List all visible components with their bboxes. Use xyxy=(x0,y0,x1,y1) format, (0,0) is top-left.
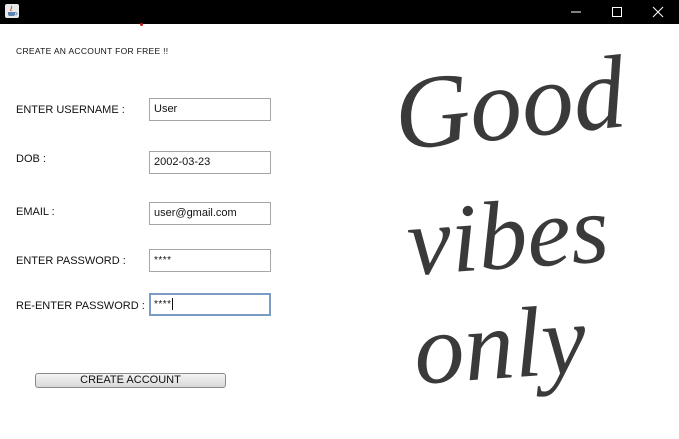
artwork-text-vibes: vibes xyxy=(404,175,612,297)
close-icon xyxy=(652,6,664,18)
dob-input[interactable]: 2002-03-23 xyxy=(149,151,271,174)
text-caret xyxy=(171,298,173,311)
close-button[interactable] xyxy=(635,0,679,24)
reenter-password-input[interactable]: **** xyxy=(149,293,271,316)
artwork-line-only: only xyxy=(410,283,590,406)
email-input[interactable]: user@gmail.com xyxy=(149,202,271,225)
minimize-button[interactable] xyxy=(553,0,599,24)
maximize-icon xyxy=(612,7,622,17)
create-account-button[interactable]: CREATE ACCOUNT xyxy=(35,373,226,388)
reenter-password-label: RE-ENTER PASSWORD : xyxy=(16,300,145,312)
title-bar xyxy=(0,0,679,24)
reenter-password-value: **** xyxy=(154,299,172,310)
artwork-text-good: Good xyxy=(389,34,632,173)
username-label: ENTER USERNAME : xyxy=(16,104,125,116)
maximize-button[interactable] xyxy=(594,0,640,24)
java-cup-icon xyxy=(5,4,19,18)
email-label: EMAIL : xyxy=(16,206,55,218)
dob-label: DOB : xyxy=(16,153,46,165)
username-input[interactable]: User xyxy=(149,98,271,121)
form-heading: CREATE AN ACCOUNT FOR FREE !! xyxy=(16,46,169,56)
artwork-line-good: Good xyxy=(389,34,632,173)
artwork-text-only: only xyxy=(410,283,590,406)
artwork-line-vibes: vibes xyxy=(404,175,612,297)
password-input[interactable]: **** xyxy=(149,249,271,272)
focus-marker-dot xyxy=(140,23,143,26)
good-vibes-only-artwork: Good vibes only xyxy=(389,34,632,406)
minimize-icon xyxy=(571,11,581,13)
password-label: ENTER PASSWORD : xyxy=(16,255,126,267)
